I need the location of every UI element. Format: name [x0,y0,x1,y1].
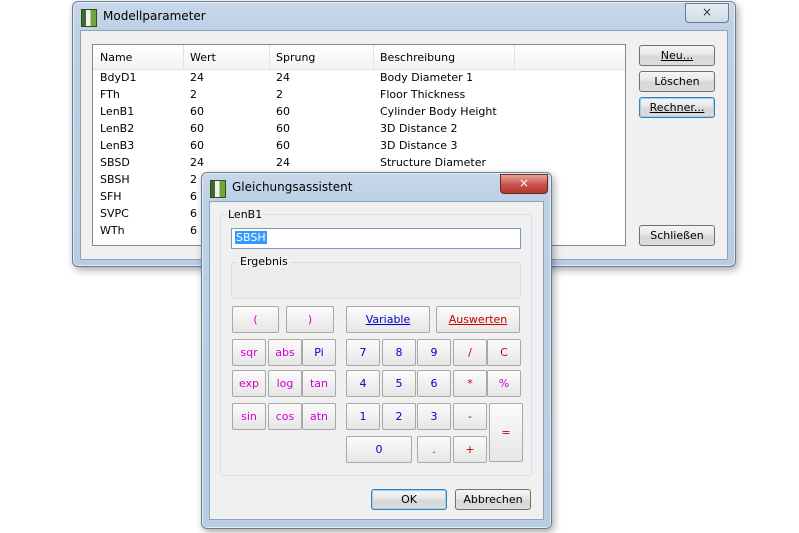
digit-7-key[interactable]: 7 [346,339,380,366]
expression-text: SBSH [235,231,267,244]
neu-label: Neu... [660,49,694,62]
close-button[interactable]: × [685,3,729,23]
table-row[interactable]: LenB1 60 60 Cylinder Body Height [93,104,625,121]
cell-wert: 2 [190,173,197,186]
cell-name: SBSH [100,173,130,186]
cell-name: WTh [100,224,125,237]
variable-label: Variable [365,313,411,326]
auswerten-label: Auswerten [448,313,508,326]
cos-key[interactable]: cos [268,403,302,430]
cell-sprung: 2 [276,88,283,101]
loeschen-button[interactable]: Löschen [639,71,715,92]
percent-key[interactable]: % [487,370,521,397]
loeschen-label: Löschen [654,75,700,88]
digit-8-key[interactable]: 8 [382,339,416,366]
calc-window-title: Gleichungsassistent [232,180,353,194]
pi-key[interactable]: Pi [302,339,336,366]
digit-9-key[interactable]: 9 [417,339,451,366]
auswerten-button[interactable]: Auswerten [436,306,520,333]
cell-sprung: 24 [276,156,290,169]
cell-sprung: 60 [276,105,290,118]
app-icon [81,9,97,27]
calc-close-button[interactable]: × [500,174,548,194]
digit-6-key[interactable]: 6 [417,370,451,397]
digit-0-key[interactable]: 0 [346,436,412,463]
equals-key[interactable]: = [489,403,523,462]
cell-beschreibung: 3D Distance 3 [380,139,458,152]
minus-key[interactable]: - [453,403,487,430]
digit-5-key[interactable]: 5 [382,370,416,397]
close-paren-key[interactable]: ) [286,306,334,333]
cell-name: BdyD1 [100,71,137,84]
table-row[interactable]: SBSD 24 24 Structure Diameter [93,155,625,172]
list-header: Name Wert Sprung Beschreibung [93,45,625,70]
cell-wert: 6 [190,224,197,237]
cell-wert: 60 [190,105,204,118]
table-row[interactable]: BdyD1 24 24 Body Diameter 1 [93,70,625,87]
cell-beschreibung: Cylinder Body Height [380,105,497,118]
table-row[interactable]: LenB2 60 60 3D Distance 2 [93,121,625,138]
schliessen-label: Schließen [650,229,704,242]
cell-sprung: 24 [276,71,290,84]
cell-name: SFH [100,190,122,203]
calc-title-bar[interactable]: Gleichungsassistent × [202,173,551,201]
cell-beschreibung: 3D Distance 2 [380,122,458,135]
abbrechen-label: Abbrechen [463,493,523,506]
cell-name: SVPC [100,207,129,220]
variable-button[interactable]: Variable [346,306,430,333]
exp-key[interactable]: exp [232,370,266,397]
rechner-button[interactable]: Rechner... [639,97,715,118]
cell-name: LenB2 [100,122,135,135]
ok-button[interactable]: OK [371,489,447,510]
cell-name: SBSD [100,156,130,169]
cell-wert: 24 [190,156,204,169]
tan-key[interactable]: tan [302,370,336,397]
cell-name: LenB1 [100,105,135,118]
cell-wert: 6 [190,207,197,220]
cell-wert: 6 [190,190,197,203]
divide-key[interactable]: / [453,339,487,366]
title-bar[interactable]: Modellparameter × [73,2,735,30]
cell-beschreibung: Body Diameter 1 [380,71,474,84]
table-row[interactable]: LenB3 60 60 3D Distance 3 [93,138,625,155]
open-paren-key[interactable]: ( [232,306,279,333]
cell-name: LenB3 [100,139,135,152]
cell-beschreibung: Structure Diameter [380,156,487,169]
plus-key[interactable]: + [453,436,487,463]
sin-key[interactable]: sin [232,403,266,430]
rechner-label: Rechner... [649,101,705,114]
cell-beschreibung: Floor Thickness [380,88,466,101]
calc-app-icon [210,180,226,198]
schliessen-button[interactable]: Schließen [639,225,715,246]
abs-key[interactable]: abs [268,339,302,366]
decimal-key[interactable]: . [417,436,451,463]
cell-wert: 60 [190,139,204,152]
log-key[interactable]: log [268,370,302,397]
digit-2-key[interactable]: 2 [382,403,416,430]
neu-button[interactable]: Neu... [639,45,715,66]
ok-label: OK [401,493,417,506]
cell-sprung: 60 [276,139,290,152]
multiply-key[interactable]: * [453,370,487,397]
digit-4-key[interactable]: 4 [346,370,380,397]
cell-wert: 24 [190,71,204,84]
sqr-key[interactable]: sqr [232,339,266,366]
expression-input[interactable]: SBSH [231,228,521,249]
cell-name: FTh [100,88,120,101]
result-group-label: Ergebnis [238,255,290,268]
cell-wert: 60 [190,122,204,135]
atn-key[interactable]: atn [302,403,336,430]
table-row[interactable]: FTh 2 2 Floor Thickness [93,87,625,104]
variable-group-label: LenB1 [226,208,265,221]
cell-sprung: 60 [276,122,290,135]
digit-3-key[interactable]: 3 [417,403,451,430]
abbrechen-button[interactable]: Abbrechen [455,489,531,510]
digit-1-key[interactable]: 1 [346,403,380,430]
cell-wert: 2 [190,88,197,101]
window-title: Modellparameter [103,9,206,23]
clear-key[interactable]: C [487,339,521,366]
